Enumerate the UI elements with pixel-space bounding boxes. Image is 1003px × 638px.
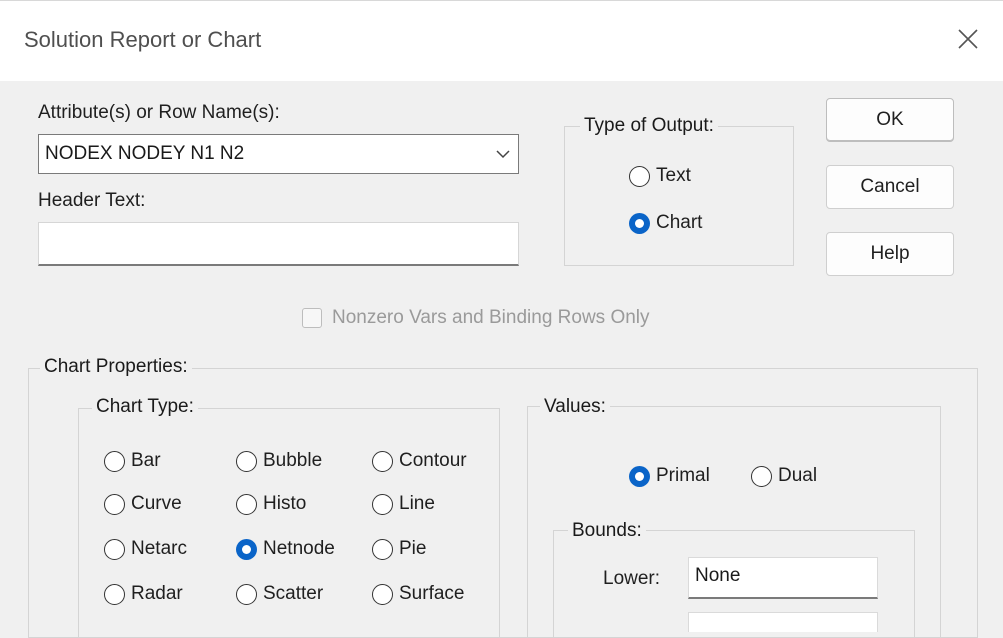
output-chart-radio[interactable]: Chart bbox=[629, 212, 702, 234]
chart-type-scatter-label: Scatter bbox=[263, 583, 324, 604]
attributes-combobox[interactable]: NODEX NODEY N1 N2 bbox=[38, 134, 519, 174]
radio-circle bbox=[104, 538, 125, 560]
chart-type-netnode-radio[interactable]: Netnode bbox=[236, 538, 335, 560]
chart-type-pie-radio[interactable]: Pie bbox=[372, 538, 426, 560]
lower-bound-label: Lower: bbox=[603, 568, 661, 589]
chart-type-curve-radio[interactable]: Curve bbox=[104, 493, 182, 515]
output-text-radio[interactable]: Text bbox=[629, 165, 691, 187]
radio-circle bbox=[104, 493, 125, 515]
chart-type-bubble-label: Bubble bbox=[263, 450, 323, 471]
upper-bound-input[interactable] bbox=[688, 612, 878, 632]
chart-type-pie-label: Pie bbox=[399, 538, 427, 559]
attributes-value: NODEX NODEY N1 N2 bbox=[45, 143, 245, 164]
radio-circle bbox=[372, 583, 393, 605]
chevron-down-icon[interactable] bbox=[494, 145, 512, 163]
chart-type-line-radio[interactable]: Line bbox=[372, 493, 435, 515]
output-text-label: Text bbox=[656, 165, 691, 186]
radio-circle-selected bbox=[629, 465, 650, 487]
radio-circle bbox=[629, 165, 650, 187]
values-label: Values: bbox=[540, 396, 610, 418]
chart-type-histo-label: Histo bbox=[263, 493, 307, 514]
output-chart-label: Chart bbox=[656, 212, 703, 233]
window-title: Solution Report or Chart bbox=[24, 27, 262, 52]
radio-circle bbox=[104, 450, 125, 472]
chart-type-netarc-label: Netarc bbox=[131, 538, 187, 559]
radio-circle bbox=[372, 450, 393, 472]
chart-type-scatter-radio[interactable]: Scatter bbox=[236, 583, 323, 605]
radio-circle-selected bbox=[629, 212, 650, 234]
lower-bound-input[interactable]: None bbox=[688, 557, 878, 599]
chart-type-netnode-label: Netnode bbox=[263, 538, 335, 559]
ok-button[interactable]: OK bbox=[826, 98, 954, 142]
radio-circle bbox=[751, 465, 772, 487]
checkbox-box bbox=[302, 308, 322, 328]
output-type-group bbox=[564, 126, 794, 266]
chart-type-line-label: Line bbox=[399, 493, 435, 514]
chart-type-bar-label: Bar bbox=[131, 450, 161, 471]
radio-circle bbox=[236, 583, 257, 605]
chart-type-surface-radio[interactable]: Surface bbox=[372, 583, 464, 605]
header-text-label: Header Text: bbox=[38, 190, 146, 211]
chart-type-contour-radio[interactable]: Contour bbox=[372, 450, 467, 472]
chart-type-label: Chart Type: bbox=[92, 396, 198, 418]
chart-type-radar-radio[interactable]: Radar bbox=[104, 583, 183, 605]
values-dual-label: Dual bbox=[778, 465, 818, 486]
chart-type-bar-radio[interactable]: Bar bbox=[104, 450, 161, 472]
chart-properties-label: Chart Properties: bbox=[40, 356, 192, 378]
chart-type-radar-label: Radar bbox=[131, 583, 183, 604]
radio-circle bbox=[372, 493, 393, 515]
radio-circle bbox=[236, 450, 257, 472]
output-type-label: Type of Output: bbox=[580, 115, 718, 137]
values-primal-label: Primal bbox=[656, 465, 710, 486]
chart-type-histo-radio[interactable]: Histo bbox=[236, 493, 306, 515]
radio-circle-selected bbox=[236, 538, 257, 560]
radio-circle bbox=[104, 583, 125, 605]
header-text-input[interactable] bbox=[38, 222, 519, 266]
chart-type-curve-label: Curve bbox=[131, 493, 182, 514]
close-icon[interactable] bbox=[956, 27, 980, 51]
chart-type-surface-label: Surface bbox=[399, 583, 465, 604]
attributes-label: Attribute(s) or Row Name(s): bbox=[38, 102, 280, 123]
chart-type-netarc-radio[interactable]: Netarc bbox=[104, 538, 187, 560]
values-primal-radio[interactable]: Primal bbox=[629, 465, 710, 487]
title-bar: Solution Report or Chart bbox=[0, 0, 1003, 81]
radio-circle bbox=[236, 493, 257, 515]
chart-type-contour-label: Contour bbox=[399, 450, 467, 471]
cancel-button[interactable]: Cancel bbox=[826, 165, 954, 209]
values-dual-radio[interactable]: Dual bbox=[751, 465, 817, 487]
lower-bound-value: None bbox=[695, 565, 741, 586]
radio-circle bbox=[372, 538, 393, 560]
bounds-label: Bounds: bbox=[568, 520, 646, 542]
chart-type-bubble-radio[interactable]: Bubble bbox=[236, 450, 322, 472]
help-button[interactable]: Help bbox=[826, 232, 954, 276]
nonzero-vars-label: Nonzero Vars and Binding Rows Only bbox=[332, 307, 650, 328]
nonzero-vars-checkbox[interactable]: Nonzero Vars and Binding Rows Only bbox=[302, 307, 650, 329]
